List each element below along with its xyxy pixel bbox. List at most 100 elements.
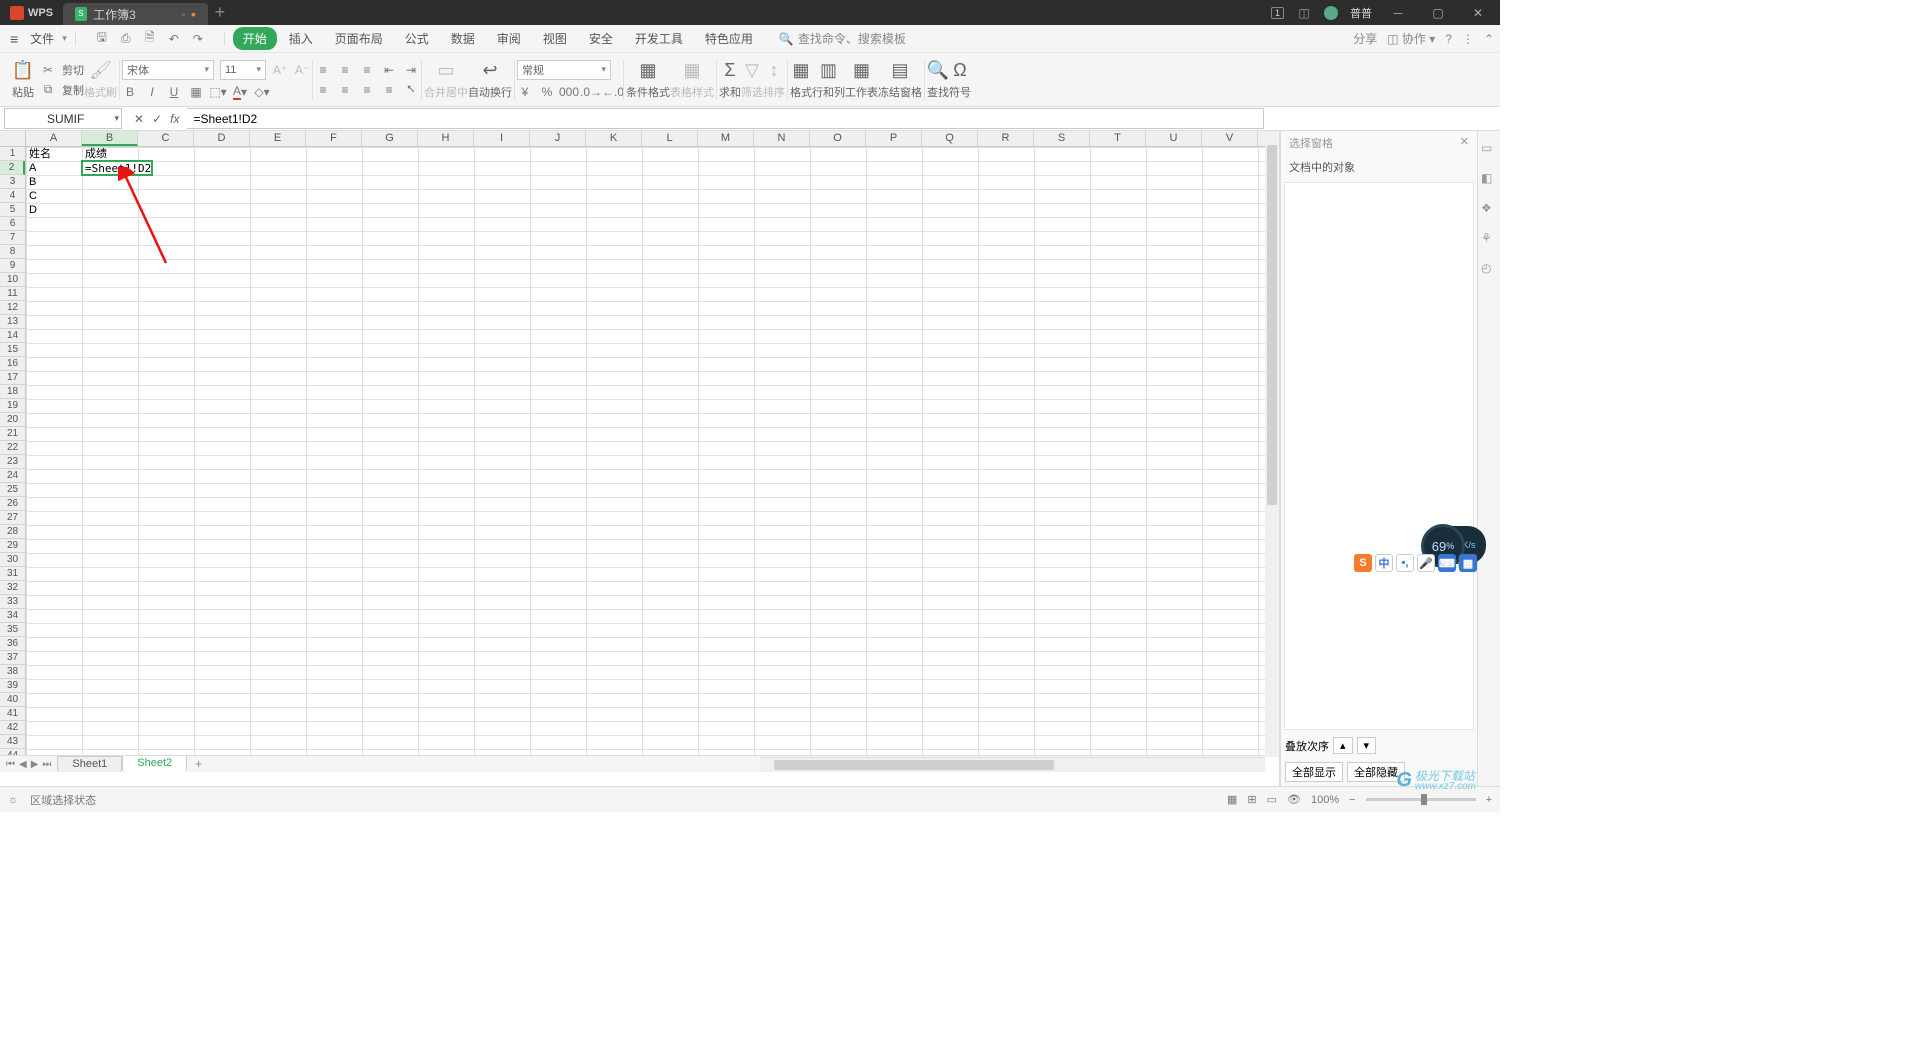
sheet-nav-2[interactable]: ▶: [31, 759, 39, 770]
spreadsheet-grid[interactable]: ABCDEFGHIJKLMNOPQRSTUV 12345678910111213…: [0, 131, 1280, 786]
row-header-26[interactable]: 26: [0, 497, 25, 511]
row-header-5[interactable]: 5: [0, 203, 25, 217]
col-header-F[interactable]: F: [306, 131, 362, 146]
sheet-tab-Sheet2[interactable]: Sheet2: [122, 756, 187, 772]
row-header-27[interactable]: 27: [0, 511, 25, 525]
font-name-combo[interactable]: 宋体▾: [122, 60, 214, 80]
row-col-button[interactable]: ▥行和列: [812, 60, 845, 100]
close-pane-icon[interactable]: ✕: [1460, 135, 1469, 151]
sheet-nav-0[interactable]: ⏮: [6, 759, 15, 770]
rail-analysis-icon[interactable]: ❖: [1481, 201, 1497, 217]
ribbon-tab-8[interactable]: 开发工具: [625, 27, 693, 50]
col-header-M[interactable]: M: [698, 131, 754, 146]
bring-forward-button[interactable]: ▴: [1333, 737, 1353, 754]
rail-property-icon[interactable]: ⚘: [1481, 231, 1497, 247]
row-header-8[interactable]: 8: [0, 245, 25, 259]
minimize-button[interactable]: ─: [1384, 0, 1412, 25]
undo-icon[interactable]: ↶: [166, 31, 182, 47]
sheet-tab-Sheet1[interactable]: Sheet1: [57, 756, 122, 772]
document-tab[interactable]: 工作簿3 ▫ •: [63, 3, 208, 25]
copy-button[interactable]: 复制: [62, 82, 84, 98]
cell-A5[interactable]: D: [27, 203, 81, 217]
ime-lang-button[interactable]: 中: [1375, 554, 1393, 572]
col-header-B[interactable]: B: [82, 131, 138, 146]
row-header-41[interactable]: 41: [0, 707, 25, 721]
row-header-35[interactable]: 35: [0, 623, 25, 637]
worksheet-button[interactable]: ▦工作表: [845, 60, 878, 100]
row-headers[interactable]: 1234567891011121314151617181920212223242…: [0, 147, 26, 757]
paste-button[interactable]: 📋粘贴: [12, 60, 34, 100]
ime-toolbar[interactable]: S 中 •, 🎤 ⌨ ▦: [1354, 554, 1477, 572]
zoom-in-icon[interactable]: +: [1486, 794, 1492, 806]
cell-format-button[interactable]: ▦格式: [790, 60, 812, 100]
ribbon-tab-1[interactable]: 插入: [279, 27, 323, 50]
print-preview-icon[interactable]: 🗎: [142, 31, 158, 47]
conditional-format-button[interactable]: ▦条件格式: [626, 60, 670, 100]
ime-logo-icon[interactable]: S: [1354, 554, 1372, 572]
row-header-11[interactable]: 11: [0, 287, 25, 301]
send-backward-button[interactable]: ▾: [1357, 737, 1377, 754]
freeze-panes-button[interactable]: ▤冻结窗格: [878, 60, 922, 100]
col-header-G[interactable]: G: [362, 131, 418, 146]
ribbon-options-icon[interactable]: ⋮: [1462, 32, 1474, 46]
col-header-D[interactable]: D: [194, 131, 250, 146]
col-header-J[interactable]: J: [530, 131, 586, 146]
col-header-N[interactable]: N: [754, 131, 810, 146]
vertical-scrollbar[interactable]: [1265, 131, 1279, 757]
sheet-nav-1[interactable]: ◀: [19, 759, 27, 770]
row-header-9[interactable]: 9: [0, 259, 25, 273]
tab-menu-icon[interactable]: ▫: [182, 9, 185, 19]
col-header-L[interactable]: L: [642, 131, 698, 146]
row-header-25[interactable]: 25: [0, 483, 25, 497]
horizontal-scrollbar[interactable]: [760, 757, 1265, 772]
row-header-17[interactable]: 17: [0, 371, 25, 385]
redo-icon[interactable]: ↷: [190, 31, 206, 47]
cell-A1[interactable]: 姓名: [27, 147, 81, 161]
row-header-43[interactable]: 43: [0, 735, 25, 749]
formula-input[interactable]: =Sheet1!D2: [187, 108, 1264, 129]
row-header-37[interactable]: 37: [0, 651, 25, 665]
row-header-14[interactable]: 14: [0, 329, 25, 343]
rail-backup-icon[interactable]: ◴: [1481, 261, 1497, 277]
zoom-out-icon[interactable]: −: [1349, 794, 1355, 806]
cell-A2[interactable]: A: [27, 161, 81, 175]
eye-icon[interactable]: 👁: [1287, 793, 1301, 806]
row-header-38[interactable]: 38: [0, 665, 25, 679]
fx-icon[interactable]: fx: [170, 112, 179, 126]
share-button[interactable]: 分享: [1353, 30, 1377, 47]
ribbon-tab-2[interactable]: 页面布局: [325, 27, 393, 50]
cooperate-button[interactable]: ◫ 协作 ▾: [1387, 30, 1435, 47]
row-header-22[interactable]: 22: [0, 441, 25, 455]
row-header-16[interactable]: 16: [0, 357, 25, 371]
cancel-formula-icon[interactable]: ✕: [134, 112, 144, 126]
col-header-A[interactable]: A: [26, 131, 82, 146]
accept-formula-icon[interactable]: ✓: [152, 112, 162, 126]
ribbon-tab-6[interactable]: 视图: [533, 27, 577, 50]
view-normal-icon[interactable]: ▦: [1227, 793, 1237, 806]
command-search[interactable]: 🔍 查找命令、搜索模板: [779, 30, 906, 47]
row-header-32[interactable]: 32: [0, 581, 25, 595]
col-header-O[interactable]: O: [810, 131, 866, 146]
copy-icon[interactable]: ⧉: [40, 82, 56, 98]
col-header-E[interactable]: E: [250, 131, 306, 146]
file-menu[interactable]: 文件: [26, 30, 58, 47]
col-header-C[interactable]: C: [138, 131, 194, 146]
row-header-12[interactable]: 12: [0, 301, 25, 315]
cell-A4[interactable]: C: [27, 189, 81, 203]
ribbon-tab-5[interactable]: 审阅: [487, 27, 531, 50]
col-header-S[interactable]: S: [1034, 131, 1090, 146]
row-header-7[interactable]: 7: [0, 231, 25, 245]
row-header-15[interactable]: 15: [0, 343, 25, 357]
row-header-28[interactable]: 28: [0, 525, 25, 539]
col-header-P[interactable]: P: [866, 131, 922, 146]
row-header-24[interactable]: 24: [0, 469, 25, 483]
col-header-U[interactable]: U: [1146, 131, 1202, 146]
ime-keyboard-icon[interactable]: ⌨: [1438, 554, 1456, 572]
collapse-ribbon-icon[interactable]: ⌃: [1484, 32, 1494, 46]
window-count-badge[interactable]: 1: [1271, 7, 1284, 19]
row-header-13[interactable]: 13: [0, 315, 25, 329]
help-icon[interactable]: ?: [1445, 32, 1452, 46]
print-icon[interactable]: ⎙: [118, 31, 134, 47]
view-read-icon[interactable]: ▭: [1267, 793, 1277, 806]
col-header-R[interactable]: R: [978, 131, 1034, 146]
